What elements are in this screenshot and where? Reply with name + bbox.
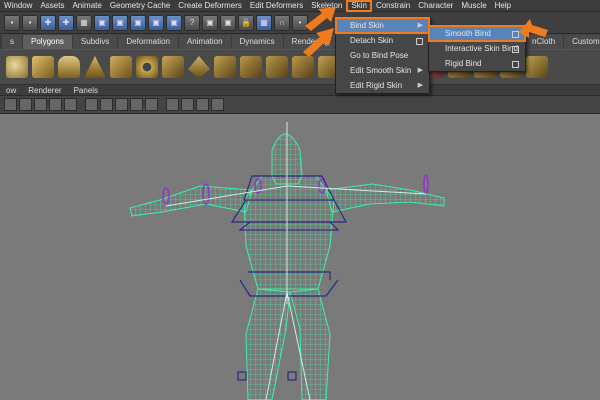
viewport-panel[interactable] [0,114,600,400]
menu-item-smooth-bind-label: Smooth Bind [445,29,491,38]
mask-icon-3[interactable]: ▣ [130,14,146,31]
menu-item-interactive-skin-bind[interactable]: Interactive Skin Bind [429,41,525,56]
poly-torus-icon[interactable] [136,56,158,78]
camera-attr-icon[interactable] [196,98,209,111]
snap-curve-icon[interactable]: ∩ [274,14,290,31]
tab-rendering[interactable]: Rendering [283,35,337,49]
separate-icon[interactable] [292,56,314,78]
tab-ncloth[interactable]: nCloth [523,35,564,49]
poly-helix-icon[interactable] [240,56,262,78]
mask-icon-5[interactable]: ▣ [166,14,182,31]
submenu-arrow-icon: ▶ [417,82,423,89]
poly-sphere-icon[interactable] [6,56,28,78]
tab-shelf-partial[interactable]: s [2,35,22,49]
combine-icon[interactable] [266,56,288,78]
append-icon[interactable] [526,56,548,78]
shadows-icon[interactable] [145,98,158,111]
tab-polygons[interactable]: Polygons [23,35,72,49]
panel-menu-show[interactable]: ow [0,85,22,96]
menu-animate[interactable]: Animate [68,0,105,12]
menu-item-detach-skin[interactable]: Detach Skin [336,33,429,48]
menu-item-edit-smooth-skin-label: Edit Smooth Skin [350,66,412,75]
select-object-icon[interactable]: ✚ [58,14,74,31]
menu-skeleton[interactable]: Skeleton [307,0,346,12]
mask-icon-1[interactable]: ▣ [94,14,110,31]
mask-icon-4[interactable]: ▣ [148,14,164,31]
menu-item-smooth-bind[interactable]: Smooth Bind [428,25,526,42]
textured-toggle-icon[interactable] [115,98,128,111]
panel-menu-renderer[interactable]: Renderer [22,85,67,96]
poly-plane-icon[interactable] [110,56,132,78]
panel-tool-icon-3[interactable] [34,98,47,111]
menu-window[interactable]: Window [0,0,36,12]
menu-skin[interactable]: Skin [346,0,372,12]
snap-point-icon[interactable]: • [292,14,308,31]
snap-grid-icon[interactable]: ▦ [256,14,272,31]
toolbar-icon-2[interactable]: ▪ [22,14,38,31]
menu-geometry-cache[interactable]: Geometry Cache [106,0,174,12]
option-box-icon[interactable] [512,31,519,38]
option-box-icon[interactable] [512,46,519,53]
poly-cube-icon[interactable] [32,56,54,78]
menu-create-deformers[interactable]: Create Deformers [174,0,246,12]
skin-menu-dropdown: Bind Skin ▶ Detach Skin Go to Bind Pose … [335,17,430,94]
wireframe-toggle-icon[interactable] [85,98,98,111]
menu-edit-deformers[interactable]: Edit Deformers [246,0,307,12]
help-icon[interactable]: ? [184,14,200,31]
mask-icon-6[interactable]: ▣ [202,14,218,31]
tab-dynamics[interactable]: Dynamics [231,35,283,49]
menu-item-go-to-bind-pose[interactable]: Go to Bind Pose [336,48,429,63]
panel-tool-icon-1[interactable] [4,98,17,111]
menu-item-detach-skin-label: Detach Skin [350,36,394,45]
menu-item-rigid-bind-label: Rigid Bind [445,59,482,68]
panel-menubar: ow Renderer Panels [0,85,600,96]
menu-help[interactable]: Help [491,0,515,12]
poly-pipe-icon[interactable] [214,56,236,78]
option-box-icon[interactable] [416,38,423,45]
isolate-icon[interactable] [166,98,179,111]
poly-cone-icon[interactable] [84,56,106,78]
shaded-toggle-icon[interactable] [100,98,113,111]
submenu-arrow-icon: ▶ [417,67,423,74]
tab-deformation[interactable]: Deformation [118,35,178,49]
menu-item-edit-rigid-skin-label: Edit Rigid Skin [350,81,403,90]
poly-cylinder-icon[interactable] [58,56,80,78]
panel-toolbar [0,96,600,114]
menu-item-edit-rigid-skin[interactable]: Edit Rigid Skin ▶ [336,78,429,93]
menu-assets[interactable]: Assets [36,0,68,12]
mask-icon-7[interactable]: ▣ [220,14,236,31]
menu-item-interactive-skin-bind-label: Interactive Skin Bind [445,44,518,53]
tab-animation[interactable]: Animation [178,35,231,49]
option-box-icon[interactable] [512,61,519,68]
menu-item-rigid-bind[interactable]: Rigid Bind [429,56,525,71]
select-component-icon[interactable]: ▦ [76,14,92,31]
main-menubar: Window Assets Animate Geometry Cache Cre… [0,0,600,12]
toolbar-icon-1[interactable]: ▪ [4,14,20,31]
tab-subdivs[interactable]: Subdivs [72,35,118,49]
lighting-icon[interactable] [130,98,143,111]
menu-constrain[interactable]: Constrain [372,0,414,12]
select-hierarchy-icon[interactable]: ✚ [40,14,56,31]
mask-icon-2[interactable]: ▣ [112,14,128,31]
panel-tool-icon-2[interactable] [19,98,32,111]
poly-pyramid-icon[interactable] [188,56,210,78]
panel-tool-icon-5[interactable] [64,98,77,111]
menu-item-bind-skin[interactable]: Bind Skin ▶ [335,17,430,34]
panel-menu-panels[interactable]: Panels [68,85,104,96]
poly-prism-icon[interactable] [162,56,184,78]
tab-custom[interactable]: Custom [564,35,600,49]
character-wireframe[interactable] [0,114,600,400]
bind-skin-submenu: Smooth Bind Interactive Skin Bind Rigid … [428,25,526,72]
menu-character[interactable]: Character [414,0,457,12]
panel-tool-icon-4[interactable] [49,98,62,111]
lock-icon[interactable]: 🔒 [238,14,254,31]
menu-item-go-to-bind-pose-label: Go to Bind Pose [350,51,409,60]
menu-item-edit-smooth-skin[interactable]: Edit Smooth Skin ▶ [336,63,429,78]
menu-muscle[interactable]: Muscle [457,0,490,12]
menu-item-bind-skin-label: Bind Skin [350,21,384,30]
xray-icon[interactable] [181,98,194,111]
grid-toggle-icon[interactable] [211,98,224,111]
submenu-arrow-icon: ▶ [417,22,423,29]
